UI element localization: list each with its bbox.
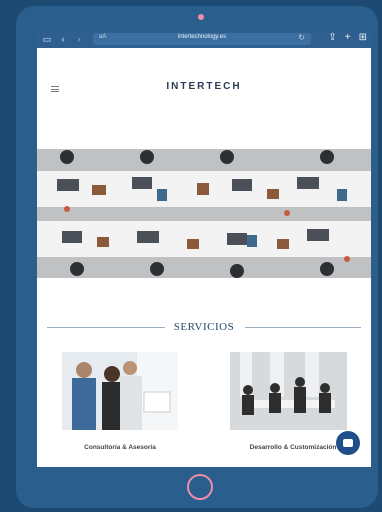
consulting-card-label[interactable]: Consultoría & Asesoría [65,444,175,451]
home-button[interactable] [187,474,213,500]
new-tab-icon[interactable]: + [345,32,351,43]
site-logo[interactable]: INTERTECH [37,81,371,92]
chat-bubble-icon [343,439,353,447]
consulting-card-image[interactable] [62,352,178,430]
development-card-image[interactable] [230,352,347,430]
address-bar[interactable]: aA intertechnology.es ↻ [93,33,311,45]
share-icon[interactable]: ⇪ [328,32,336,43]
camera-dot [198,14,204,20]
chat-button[interactable] [336,431,360,455]
browser-screen: ▭ ‹ › aA intertechnology.es ↻ ⇪ + ⊞ INTE… [37,30,371,467]
browser-toolbar: ▭ ‹ › aA intertechnology.es ↻ ⇪ + ⊞ [37,30,371,48]
sidebar-icon[interactable]: ▭ [41,34,53,45]
divider-right [245,327,361,328]
forward-icon[interactable]: › [73,34,85,44]
url-text: intertechnology.es [177,34,227,40]
tabs-icon[interactable]: ⊞ [359,32,367,43]
hero-image [37,149,371,278]
development-card-label[interactable]: Desarrollo & Customización [233,444,353,451]
reload-icon[interactable]: ↻ [298,33,305,42]
back-icon[interactable]: ‹ [57,34,69,44]
